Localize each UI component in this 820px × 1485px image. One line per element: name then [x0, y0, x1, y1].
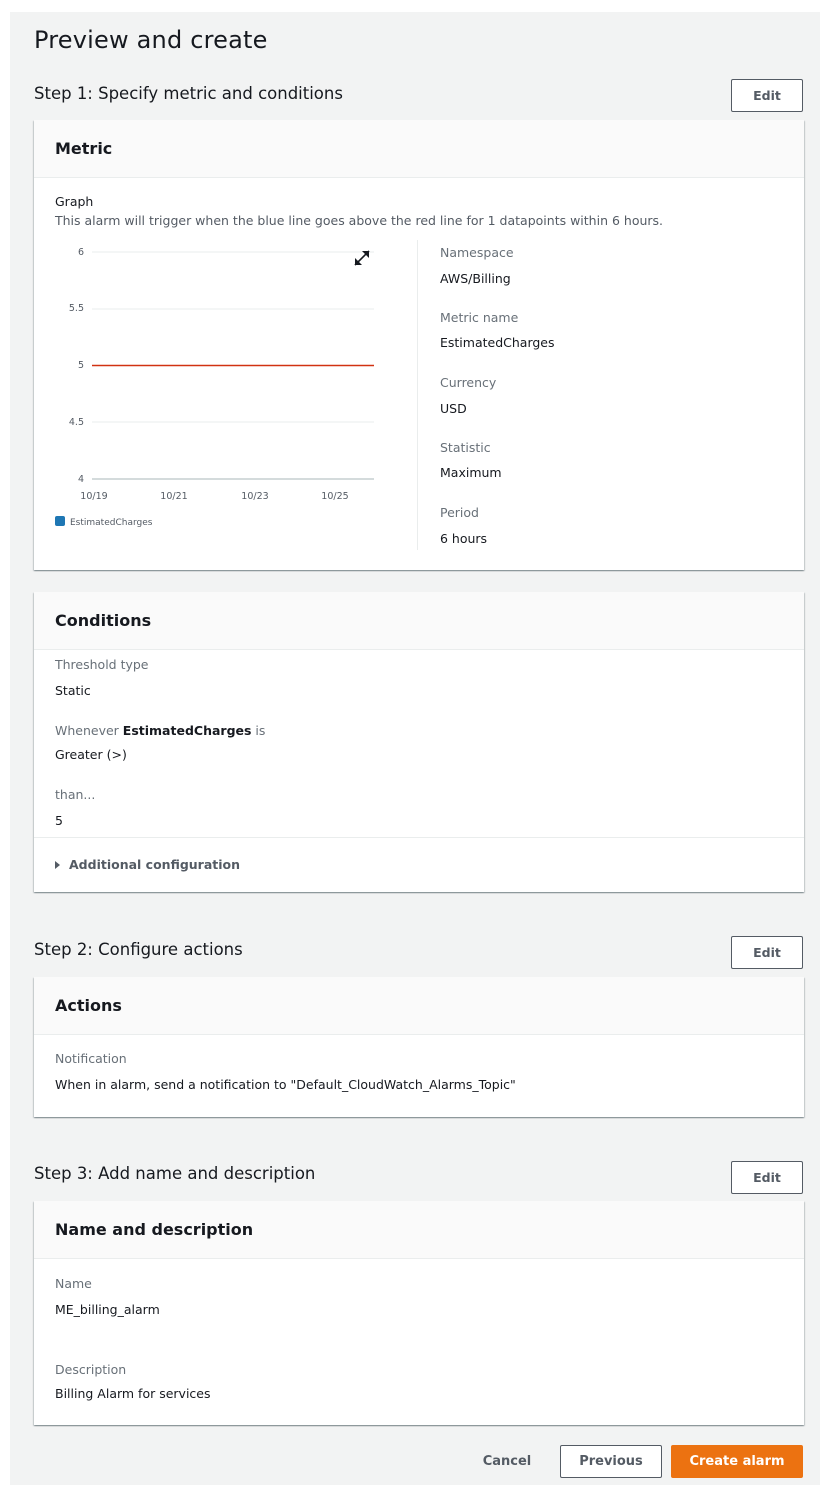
x-tick-label: 10/21	[160, 491, 187, 502]
graph-label: Graph	[55, 194, 94, 209]
previous-button[interactable]: Previous	[560, 1445, 662, 1478]
conditions-divider	[34, 837, 804, 838]
cancel-button[interactable]: Cancel	[472, 1445, 542, 1478]
name-description-card-heading: Name and description	[34, 1201, 804, 1259]
than-value: 5	[55, 813, 63, 828]
metric-chart: 6 5.5 5 4.5 4 10/19 10/21 10/23 10/25 Es…	[55, 247, 374, 528]
metric-name-value: EstimatedCharges	[440, 335, 555, 350]
y-tick-label: 6	[78, 247, 84, 258]
chart-legend: EstimatedCharges	[55, 516, 153, 528]
x-tick-labels: 10/19 10/21 10/23 10/25	[80, 491, 348, 502]
step3-edit-button[interactable]: Edit	[731, 1161, 803, 1194]
legend-swatch	[55, 516, 65, 526]
conditions-card: Conditions Threshold type Static Wheneve…	[34, 592, 804, 892]
whenever-label: Whenever EstimatedCharges is	[55, 723, 265, 738]
additional-configuration-toggle[interactable]: Additional configuration	[55, 857, 240, 872]
actions-card: Actions Notification When in alarm, send…	[34, 977, 804, 1117]
actions-card-heading: Actions	[34, 977, 804, 1035]
x-tick-label: 10/19	[80, 491, 107, 502]
whenever-metric: EstimatedCharges	[122, 723, 252, 738]
statistic-label: Statistic	[440, 440, 491, 455]
x-tick-label: 10/25	[321, 491, 348, 502]
name-label: Name	[55, 1276, 92, 1291]
namespace-label: Namespace	[440, 245, 514, 260]
graph-description: This alarm will trigger when the blue li…	[55, 213, 664, 228]
y-tick-labels: 6 5.5 5 4.5 4	[69, 247, 84, 485]
step1-edit-button[interactable]: Edit	[731, 79, 803, 112]
period-value: 6 hours	[440, 531, 488, 546]
metric-divider	[417, 240, 418, 550]
notification-label: Notification	[55, 1051, 127, 1066]
y-tick-label: 4	[78, 474, 84, 485]
period-label: Period	[440, 505, 479, 520]
legend-label: EstimatedCharges	[70, 518, 153, 528]
additional-configuration-label: Additional configuration	[69, 857, 241, 872]
whenever-prefix: Whenever	[55, 723, 123, 738]
y-tick-label: 4.5	[69, 417, 84, 428]
currency-label: Currency	[440, 375, 497, 390]
description-value: Billing Alarm for services	[55, 1386, 211, 1401]
whenever-suffix: is	[251, 723, 266, 738]
metric-card: Metric Graph This alarm will trigger whe…	[34, 120, 804, 570]
notification-value: When in alarm, send a notification to "D…	[55, 1077, 516, 1092]
metric-name-label: Metric name	[440, 310, 519, 325]
than-label: than...	[55, 787, 96, 802]
y-tick-label: 5.5	[69, 303, 84, 314]
page-title: Preview and create	[34, 26, 268, 54]
description-label: Description	[55, 1362, 127, 1377]
operator-value: Greater (>)	[55, 747, 127, 762]
preview-and-create-page: Preview and create Step 1: Specify metri…	[10, 12, 820, 1485]
create-alarm-button[interactable]: Create alarm	[671, 1445, 803, 1478]
metric-card-heading: Metric	[34, 120, 804, 178]
name-description-card: Name and description Name ME_billing_ala…	[34, 1201, 804, 1425]
threshold-type-value: Static	[55, 683, 91, 698]
threshold-type-label: Threshold type	[55, 657, 149, 672]
step2-title: Step 2: Configure actions	[34, 940, 243, 959]
conditions-card-heading: Conditions	[34, 592, 804, 650]
x-tick-label: 10/23	[241, 491, 268, 502]
expand-icon[interactable]	[354, 250, 370, 266]
statistic-value: Maximum	[440, 465, 502, 480]
y-tick-label: 5	[78, 360, 84, 371]
name-value: ME_billing_alarm	[55, 1302, 160, 1317]
caret-right-icon	[55, 860, 60, 869]
namespace-value: AWS/Billing	[440, 271, 511, 286]
step3-title: Step 3: Add name and description	[34, 1164, 316, 1183]
step2-edit-button[interactable]: Edit	[731, 936, 803, 969]
step1-title: Step 1: Specify metric and conditions	[34, 84, 343, 103]
currency-value: USD	[440, 401, 467, 416]
